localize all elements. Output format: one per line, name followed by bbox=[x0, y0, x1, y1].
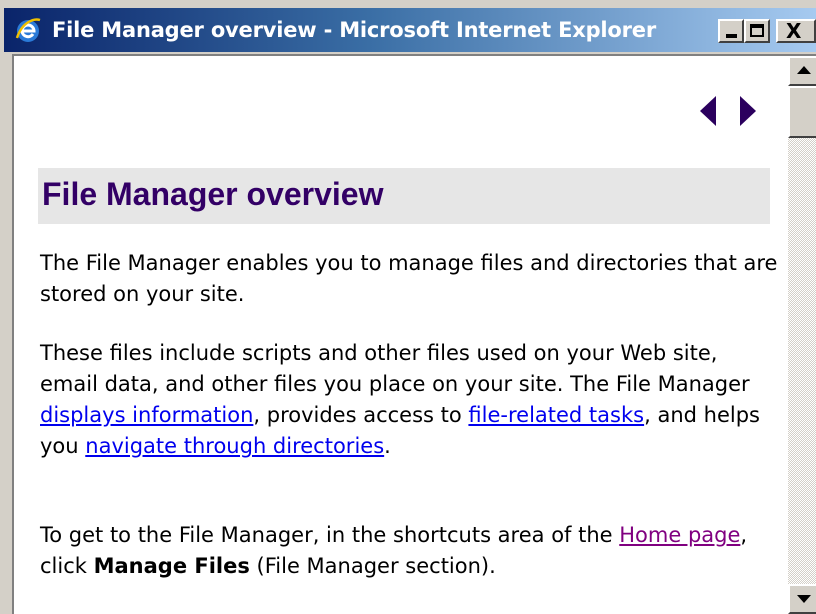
scrollbar-thumb[interactable] bbox=[788, 86, 816, 138]
scroll-down-button[interactable] bbox=[788, 584, 816, 614]
paragraph-text: To get to the File Manager, in the short… bbox=[40, 523, 620, 547]
topic-navigation bbox=[700, 96, 760, 126]
browser-window: File Manager overview - Microsoft Intern… bbox=[0, 0, 816, 614]
close-icon: X bbox=[786, 19, 802, 43]
page-title: File Manager overview bbox=[42, 176, 384, 212]
paragraph-text: . bbox=[384, 434, 391, 458]
minimize-icon bbox=[726, 34, 737, 38]
internet-explorer-icon bbox=[15, 18, 41, 42]
intro-paragraph: The File Manager enables you to manage f… bbox=[40, 251, 778, 306]
paragraph-text: These files include scripts and other fi… bbox=[40, 341, 750, 396]
scroll-up-arrow-icon bbox=[797, 66, 811, 74]
maximize-icon bbox=[750, 24, 764, 37]
scroll-down-arrow-icon bbox=[797, 595, 811, 603]
displays-information-link[interactable]: displays information bbox=[40, 403, 253, 427]
access-paragraph: To get to the File Manager, in the short… bbox=[40, 520, 780, 582]
title-bar[interactable]: File Manager overview - Microsoft Intern… bbox=[4, 8, 816, 52]
window-title: File Manager overview - Microsoft Intern… bbox=[52, 18, 656, 42]
file-related-tasks-link[interactable]: file-related tasks bbox=[468, 403, 644, 427]
close-button[interactable]: X bbox=[776, 19, 816, 43]
page-content: File Manager overview The File Manager e… bbox=[14, 56, 786, 614]
browser-content-frame: File Manager overview The File Manager e… bbox=[12, 54, 816, 614]
paragraph-text: , provides access to bbox=[253, 403, 469, 427]
scroll-up-button[interactable] bbox=[788, 56, 816, 86]
home-page-link[interactable]: Home page bbox=[619, 523, 740, 547]
paragraph-text: (File Manager section). bbox=[249, 554, 496, 578]
vertical-scrollbar[interactable] bbox=[788, 56, 816, 614]
next-topic-arrow-icon[interactable] bbox=[740, 96, 756, 126]
minimize-button[interactable] bbox=[718, 19, 744, 43]
manage-files-label: Manage Files bbox=[93, 554, 250, 578]
heading-banner: File Manager overview bbox=[38, 168, 770, 224]
previous-topic-arrow-icon[interactable] bbox=[700, 96, 716, 126]
files-paragraph: These files include scripts and other fi… bbox=[40, 338, 780, 462]
navigate-directories-link[interactable]: navigate through directories bbox=[85, 434, 384, 458]
maximize-button[interactable] bbox=[744, 19, 770, 43]
